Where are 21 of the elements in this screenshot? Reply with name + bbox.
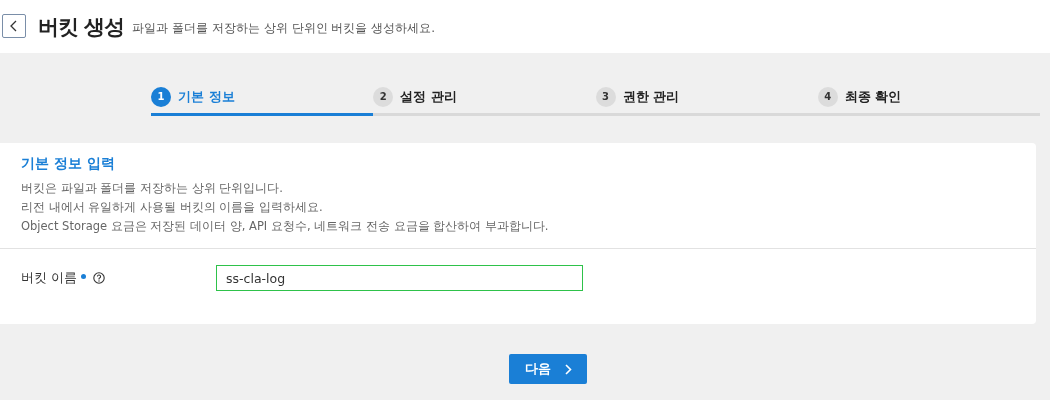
step-tab[interactable]: 4 최종 확인	[817, 80, 1040, 116]
step-tab[interactable]: 1 기본 정보	[151, 80, 374, 116]
step-tab[interactable]: 3 권한 관리	[595, 80, 818, 116]
next-button[interactable]: 다음	[509, 354, 587, 384]
input-field[interactable]: ss-cla-log	[216, 265, 583, 291]
chevron-icon	[564, 363, 572, 375]
description-text: 리전 내에서 유일하게 사용될 버킷의 이름을 입력하세요.	[21, 199, 324, 216]
step-number: 4	[817, 86, 838, 107]
description-text: 버킷은 파일과 폴더를 저장하는 상위 단위입니다.	[21, 180, 284, 197]
help-icon[interactable]	[93, 272, 105, 284]
step-number: 1	[151, 86, 171, 107]
description-text: Object Storage 요금은 저장된 데이터 양, API 요청수, 네트워크 전송 요금을 합산하여 부과합니다.	[21, 218, 550, 235]
field-label: 버킷 이름	[21, 269, 77, 287]
page-subtitle: 파일과 폴더를 저장하는 상위 단위인 버킷을 생성하세요.	[132, 20, 435, 37]
step-tab[interactable]: 2 설정 관리	[373, 80, 596, 116]
back-icon	[10, 19, 18, 32]
section-title: 기본 정보 입력	[21, 155, 116, 173]
back-button[interactable]	[2, 13, 26, 38]
step-number: 3	[595, 86, 616, 107]
step-number: 2	[373, 86, 394, 107]
page-title: 버킷 생성	[38, 13, 125, 41]
